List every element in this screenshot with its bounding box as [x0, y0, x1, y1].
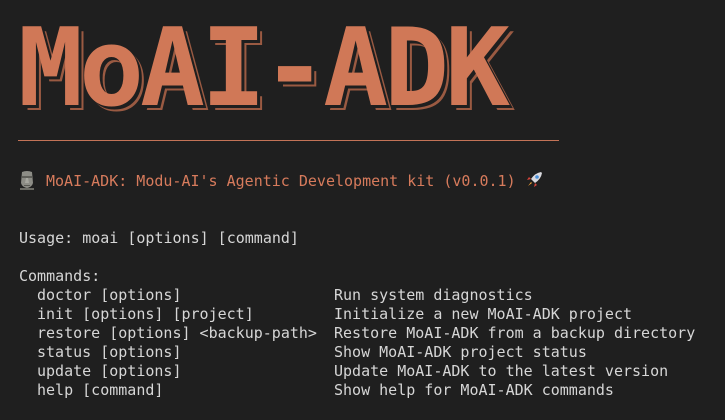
commands-heading: Commands:	[19, 267, 101, 285]
banner-divider	[18, 140, 559, 141]
command-name-doctor: doctor [options]	[37, 286, 182, 304]
command-name-init: init [options] [project]	[37, 305, 254, 323]
command-name-status: status [options]	[37, 343, 182, 361]
terminal-window[interactable]: MoAI-ADK MoAI-ADK: Modu-AI's Agentic Dev…	[0, 0, 725, 420]
tagline: MoAI-ADK: Modu-AI's Agentic Development …	[18, 170, 544, 192]
command-desc-help: Show help for MoAI-ADK commands	[334, 381, 614, 399]
command-name-help: help [command]	[37, 381, 164, 399]
banner-text: MoAI-ADK	[18, 6, 510, 131]
command-desc-update: Update MoAI-ADK to the latest version	[334, 362, 669, 380]
command-name-update: update [options]	[37, 362, 182, 380]
rocket-icon	[524, 170, 544, 190]
command-desc-status: Show MoAI-ADK project status	[334, 343, 587, 361]
tagline-text: MoAI-ADK: Modu-AI's Agentic Development …	[46, 172, 516, 190]
command-name-restore: restore [options] <backup-path>	[37, 324, 317, 342]
ascii-banner: MoAI-ADK	[18, 14, 560, 124]
moai-icon	[18, 170, 36, 190]
usage-line: Usage: moai [options] [command]	[19, 229, 299, 247]
command-desc-init: Initialize a new MoAI-ADK project	[334, 305, 633, 323]
command-desc-doctor: Run system diagnostics	[334, 286, 533, 304]
command-desc-restore: Restore MoAI-ADK from a backup directory	[334, 324, 696, 342]
